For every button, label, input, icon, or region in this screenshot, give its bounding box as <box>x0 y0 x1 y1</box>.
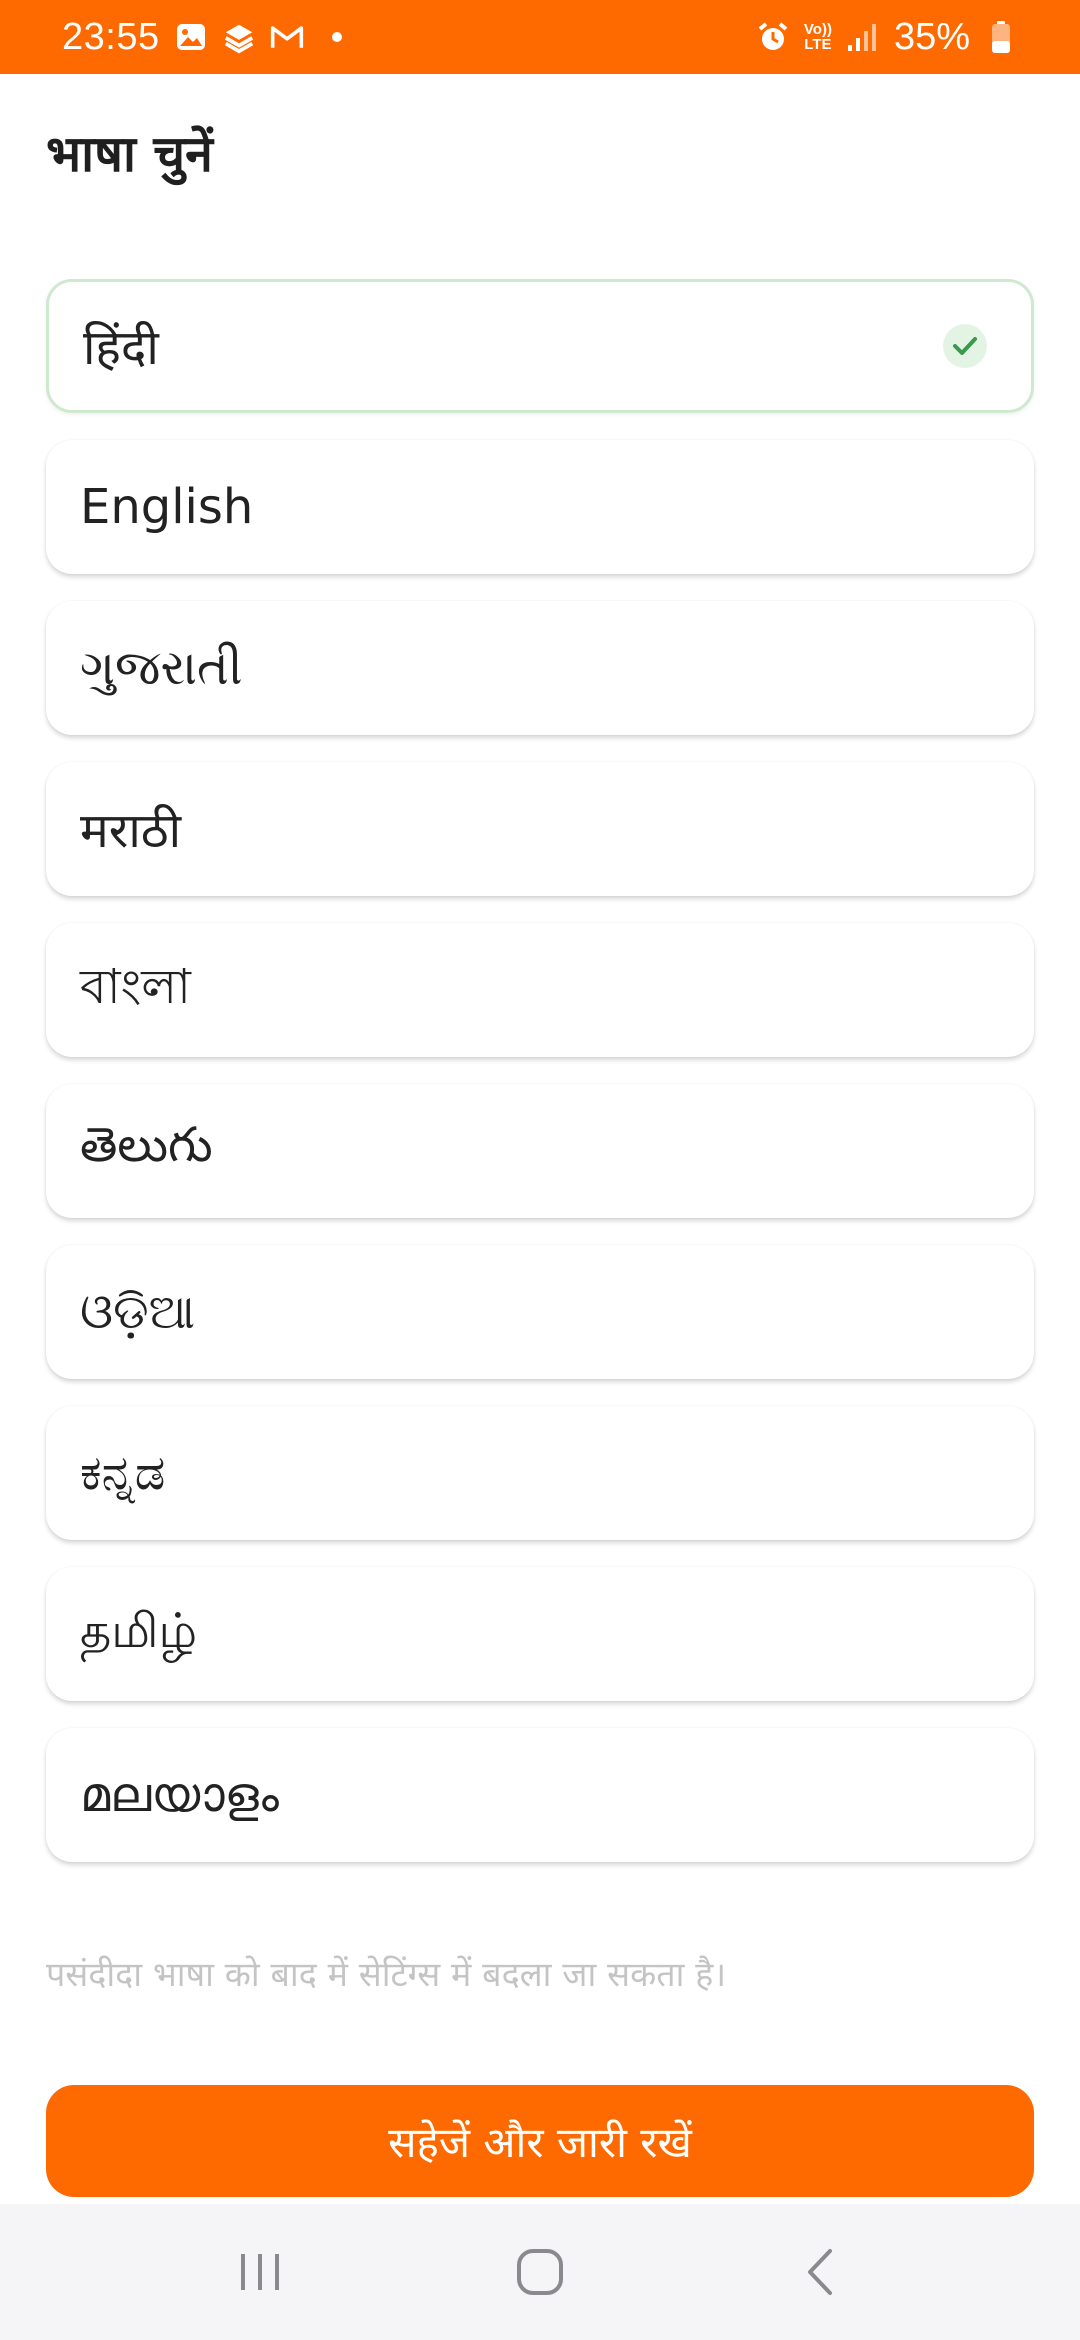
language-label: ગુજરાતી <box>80 639 243 696</box>
navigation-bar <box>0 2204 1080 2340</box>
status-right: Vo)) LTE 35% <box>756 16 1018 59</box>
battery-icon <box>984 20 1018 54</box>
page-title: भाषा चुनें <box>46 125 213 183</box>
home-icon[interactable] <box>480 2222 600 2322</box>
alarm-icon <box>756 20 790 54</box>
gallery-icon <box>174 20 208 54</box>
gmail-icon <box>270 20 304 54</box>
battery-percent: 35% <box>893 15 970 58</box>
language-label: मराठी <box>80 802 182 859</box>
recents-icon[interactable] <box>200 2222 320 2322</box>
language-option-tamil[interactable]: தமிழ் <box>46 1567 1034 1701</box>
status-bar: 23:55 Vo)) LTE 35% <box>0 0 1080 74</box>
language-label: తెలుగు <box>80 1117 213 1173</box>
settings-hint-text: पसंदीदा भाषा को बाद में सेटिंग्स में बदल… <box>46 1955 727 1995</box>
language-label: മലയാളം <box>80 1766 279 1823</box>
language-list: हिंदी English ગુજરાતી मराठी বাংলা తెలుగు… <box>46 279 1034 1889</box>
language-label: தமிழ் <box>80 1603 198 1659</box>
language-label: ಕನ್ನಡ <box>80 1444 166 1501</box>
language-label: English <box>80 479 254 535</box>
lte-bottom-label: LTE <box>804 36 832 53</box>
lte-indicator: Vo)) LTE <box>804 22 832 52</box>
language-label: বাংলা <box>80 958 191 1015</box>
language-option-gujarati[interactable]: ગુજરાતી <box>46 601 1034 735</box>
status-left: 23:55 <box>62 16 342 59</box>
signal-icon <box>846 20 880 54</box>
save-continue-button[interactable]: सहेजें और जारी रखें <box>46 2085 1034 2197</box>
language-option-hindi[interactable]: हिंदी <box>46 279 1034 413</box>
language-option-marathi[interactable]: मराठी <box>46 762 1034 896</box>
stack-icon <box>222 20 256 54</box>
back-icon[interactable] <box>760 2222 880 2322</box>
lte-top-label: Vo)) <box>803 21 832 38</box>
check-icon <box>943 324 987 368</box>
status-time: 23:55 <box>62 15 160 58</box>
language-select-screen: 23:55 Vo)) LTE 35% भाषा चुनें हिंदी Engl… <box>0 0 1080 2340</box>
language-option-kannada[interactable]: ಕನ್ನಡ <box>46 1406 1034 1540</box>
language-label: ଓଡ଼ିଆ <box>80 1283 196 1340</box>
notification-dot <box>331 32 342 42</box>
language-option-malayalam[interactable]: മലയാളം <box>46 1728 1034 1862</box>
language-option-telugu[interactable]: తెలుగు <box>46 1084 1034 1218</box>
language-option-english[interactable]: English <box>46 440 1034 574</box>
language-option-bengali[interactable]: বাংলা <box>46 923 1034 1057</box>
language-option-odia[interactable]: ଓଡ଼ିଆ <box>46 1245 1034 1379</box>
language-label: हिंदी <box>83 319 159 376</box>
